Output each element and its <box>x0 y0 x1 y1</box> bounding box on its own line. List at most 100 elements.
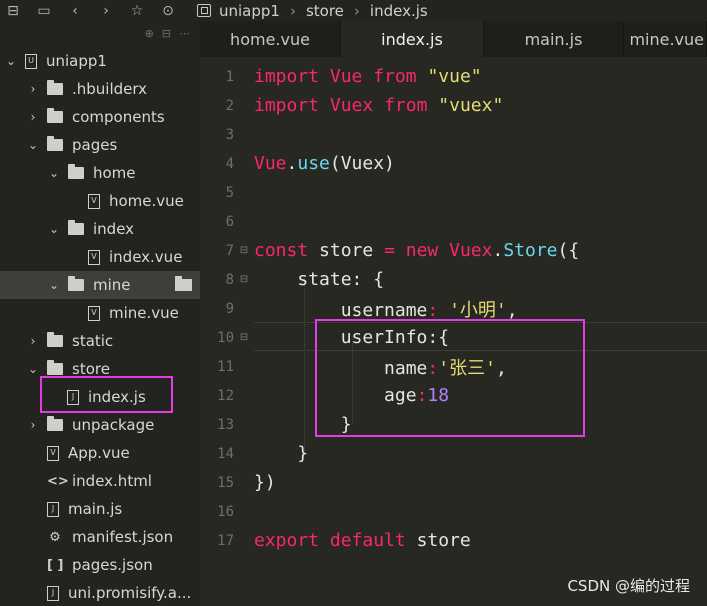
json-file-icon: [ ] <box>47 557 64 573</box>
tree-item-label: index <box>93 220 135 238</box>
code-line: 8 ⊟ state: { <box>200 265 707 294</box>
code-token: : <box>427 299 450 321</box>
code-token: Vuex <box>329 95 374 116</box>
line-number: 8 <box>225 271 234 288</box>
tree-item-pages[interactable]: ⌄ pages <box>0 131 200 159</box>
line-number: 14 <box>217 445 234 462</box>
folder-icon <box>47 80 63 95</box>
tree-item-mine[interactable]: ⌄ mine <box>0 271 200 299</box>
back-arrow-icon[interactable]: ‹ <box>64 0 86 21</box>
js-file-icon: J <box>47 585 59 601</box>
chevron-right-icon[interactable]: › <box>27 334 39 348</box>
code-line: 17 export default store <box>200 526 707 555</box>
tree-item-index[interactable]: ⌄ index <box>0 215 200 243</box>
save-icon[interactable]: ▭ <box>33 0 55 21</box>
tree-item-app-vue[interactable]: V App.vue <box>0 439 200 467</box>
code-line: 5 <box>200 178 707 207</box>
breadcrumb-item[interactable]: index.js <box>370 2 428 20</box>
tree-item-components[interactable]: › components <box>0 103 200 131</box>
tree-item-label: pages <box>72 136 118 154</box>
tree-item-unpackage[interactable]: › unpackage <box>0 411 200 439</box>
chevron-down-icon[interactable]: ⌄ <box>48 278 60 292</box>
line-number: 1 <box>225 68 234 85</box>
file-tree: ⌄ U uniapp1 › .hbuilderx › components ⌄ … <box>0 47 200 606</box>
tree-item-label: home <box>93 164 136 182</box>
chevron-down-icon[interactable]: ⌄ <box>27 362 39 376</box>
run-icon[interactable]: ⊙ <box>157 0 179 21</box>
line-number: 2 <box>225 97 234 114</box>
tree-item-home[interactable]: ⌄ home <box>0 159 200 187</box>
code-token: new <box>405 240 439 261</box>
folder-icon <box>47 360 63 375</box>
line-number: 17 <box>217 532 234 549</box>
line-number: 6 <box>225 213 234 230</box>
star-icon[interactable]: ☆ <box>126 0 148 21</box>
tab-home-vue[interactable]: home.vue <box>200 21 341 57</box>
tree-item-pages-json[interactable]: [ ] pages.json <box>0 551 200 579</box>
vue-file-icon: V <box>88 305 100 321</box>
tree-item-label: mine <box>93 276 131 294</box>
line-number: 9 <box>225 300 234 317</box>
breadcrumb-item[interactable]: store <box>306 2 344 20</box>
tree-item-label: main.js <box>68 500 123 518</box>
tree-item-index-html[interactable]: <> index.html <box>0 467 200 495</box>
highlight-box-file <box>40 376 173 413</box>
code-token: : { <box>351 269 385 290</box>
code-token: state <box>297 269 352 290</box>
breadcrumb-item[interactable]: uniapp1 <box>219 2 280 20</box>
tree-item-home-vue[interactable]: V home.vue <box>0 187 200 215</box>
tree-item-label: home.vue <box>109 192 184 210</box>
tab-main-js[interactable]: main.js <box>484 21 624 57</box>
fold-icon[interactable]: ⊟ <box>238 332 250 343</box>
code-line: 15 }) <box>200 468 707 497</box>
tree-item-static[interactable]: › static <box>0 327 200 355</box>
tree-item-index-vue[interactable]: V index.vue <box>0 243 200 271</box>
tree-item-mine-vue[interactable]: V mine.vue <box>0 299 200 327</box>
tree-item-label: index.html <box>72 472 152 490</box>
tree-item-label: index.vue <box>109 248 183 266</box>
tree-item-uniapp1[interactable]: ⌄ U uniapp1 <box>0 47 200 75</box>
folder-icon <box>47 332 63 347</box>
tree-item-label: static <box>72 332 114 350</box>
chevron-down-icon[interactable]: ⌄ <box>5 54 17 68</box>
fold-icon[interactable]: ⊟ <box>238 274 250 285</box>
tree-item-label: App.vue <box>68 444 130 462</box>
code-token: store <box>416 530 471 551</box>
chevron-right-icon[interactable]: › <box>27 82 39 96</box>
more-icon[interactable]: ⋯ <box>179 27 190 40</box>
code-line: 16 <box>200 497 707 526</box>
forward-arrow-icon[interactable]: › <box>95 0 117 21</box>
watermark: CSDN @编的过程 <box>567 577 690 595</box>
chevron-down-icon[interactable]: ⌄ <box>27 138 39 152</box>
breadcrumb-separator: › <box>353 1 360 20</box>
code-token: import <box>254 66 320 87</box>
collapse-all-icon[interactable]: ⊟ <box>162 27 171 40</box>
tree-item-label: components <box>72 108 165 126</box>
tree-item-manifest-json[interactable]: ⚙ manifest.json <box>0 523 200 551</box>
locate-icon[interactable]: ⊕ <box>145 27 154 40</box>
code-token: username <box>340 299 428 321</box>
code-token: Vuex <box>449 240 493 261</box>
line-number: 13 <box>217 416 234 433</box>
dock-icon[interactable]: ⊟ <box>2 0 24 21</box>
html-file-icon: <> <box>47 473 69 489</box>
fold-icon[interactable]: ⊟ <box>238 245 250 256</box>
tree-item-hbuilderx[interactable]: › .hbuilderx <box>0 75 200 103</box>
code-token: (Vuex) <box>329 153 395 174</box>
code-token: } <box>297 443 309 464</box>
toolbar: ⊟ ▭ ‹ › ☆ ⊙ uniapp1 › store › index.js <box>0 0 707 21</box>
tree-item-main-js[interactable]: J main.js <box>0 495 200 523</box>
new-folder-icon[interactable] <box>175 276 192 291</box>
tree-item-uni-promisify[interactable]: J uni.promisify.a... <box>0 579 200 606</box>
chevron-right-icon[interactable]: › <box>27 418 39 432</box>
code-editor[interactable]: 1 import Vue from "vue" 2 import Vuex fr… <box>200 57 707 606</box>
tree-item-label: uniapp1 <box>46 52 107 70</box>
chevron-down-icon[interactable]: ⌄ <box>48 166 60 180</box>
tree-item-label: manifest.json <box>72 528 174 546</box>
chevron-down-icon[interactable]: ⌄ <box>48 222 60 236</box>
line-number: 12 <box>217 387 234 404</box>
folder-icon <box>47 108 63 123</box>
tab-index-js[interactable]: index.js <box>341 21 484 57</box>
chevron-right-icon[interactable]: › <box>27 110 39 124</box>
tab-mine-vue[interactable]: mine.vue <box>624 21 707 57</box>
